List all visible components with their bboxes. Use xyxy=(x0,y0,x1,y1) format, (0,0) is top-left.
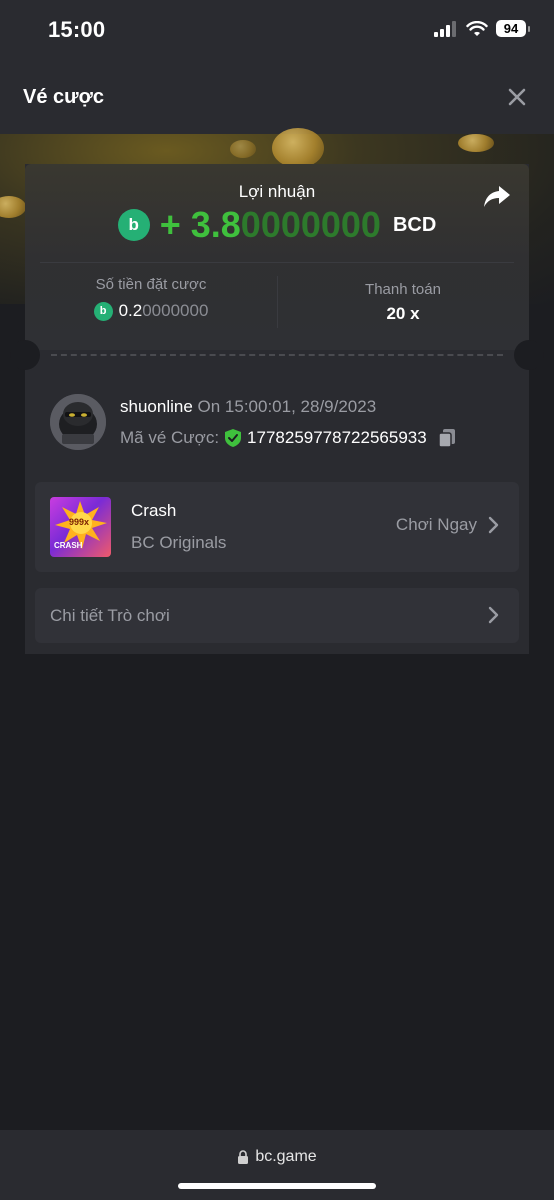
bet-amount-stat: Số tiền đặt cược b 0.20000000 xyxy=(25,276,277,321)
copy-icon[interactable] xyxy=(437,428,457,448)
profit-label: Lợi nhuận xyxy=(238,182,316,201)
ticket-label: Mã vé Cược: xyxy=(120,428,220,447)
profit-row: b + 3.80000000 BCD xyxy=(25,204,529,246)
coin-decoration xyxy=(0,196,26,218)
modal-header: Vé cược xyxy=(0,60,554,134)
profit-sign: + xyxy=(159,204,181,245)
bet-ticket-card: Lợi nhuận b + 3.80000000 BCD Số tiền đặt… xyxy=(10,164,544,654)
signal-icon xyxy=(434,20,456,37)
bet-amount-value: b 0.20000000 xyxy=(25,301,277,321)
page-title: Vé cược xyxy=(23,86,104,108)
coin-decoration xyxy=(230,140,256,158)
bet-amount-label: Số tiền đặt cược xyxy=(95,276,207,293)
game-card[interactable]: 999x CRASH Crash BC Originals Chơi Ngay xyxy=(35,482,519,572)
game-details-row[interactable]: Chi tiết Trò chơi xyxy=(35,588,519,643)
close-icon[interactable] xyxy=(504,84,530,110)
ticket-perforation xyxy=(51,354,503,356)
game-provider: BC Originals xyxy=(131,533,227,552)
ticket-id: 1778259778722565933 xyxy=(247,428,427,447)
status-bar: 15:00 94 xyxy=(0,0,554,60)
profit-amount-main: 3.8 xyxy=(190,204,241,245)
battery-level: 94 xyxy=(503,21,519,36)
play-now-button[interactable]: Chơi Ngay xyxy=(396,515,499,535)
share-icon[interactable] xyxy=(483,184,511,210)
verified-shield-icon xyxy=(225,429,242,447)
bettor-info: shuonline On 15:00:01, 28/9/2023 Mã vé C… xyxy=(50,394,510,454)
payout-value: 20 x xyxy=(386,304,420,323)
url-display[interactable]: bc.game xyxy=(0,1148,554,1166)
game-name: Crash xyxy=(131,501,177,520)
profit-section: Lợi nhuận b + 3.80000000 BCD Số tiền đặt… xyxy=(25,164,529,350)
chevron-right-icon xyxy=(488,606,499,624)
battery-icon: 94 xyxy=(496,20,530,37)
play-now-label: Chơi Ngay xyxy=(395,515,477,534)
url-text: bc.game xyxy=(255,1148,317,1165)
payout-stat: Thanh toán 20 x xyxy=(277,281,529,324)
avatar[interactable] xyxy=(50,394,106,450)
home-indicator[interactable] xyxy=(178,1183,376,1189)
browser-address-bar[interactable]: bc.game xyxy=(0,1130,554,1200)
wifi-icon xyxy=(466,20,488,36)
bcd-coin-icon: b xyxy=(93,301,113,321)
gorilla-avatar-icon xyxy=(50,394,106,450)
bet-amount-main: 0.2 xyxy=(118,301,143,320)
profit-amount: + 3.80000000 xyxy=(160,204,381,246)
game-thumb-title: CRASH xyxy=(54,541,83,550)
ticket-notch-left xyxy=(10,340,40,370)
game-thumbnail: 999x CRASH xyxy=(50,497,111,557)
lock-icon xyxy=(238,1150,249,1164)
profit-currency: BCD xyxy=(392,213,437,236)
coin-decoration xyxy=(272,128,324,168)
status-time: 15:00 xyxy=(48,17,106,42)
divider xyxy=(40,262,514,263)
coin-decoration xyxy=(458,134,494,152)
username[interactable]: shuonline xyxy=(120,397,193,416)
game-thumb-badge: 999x xyxy=(69,517,90,527)
game-details-label: Chi tiết Trò chơi xyxy=(50,606,170,625)
status-icons: 94 xyxy=(434,20,530,37)
bet-time: On 15:00:01, 28/9/2023 xyxy=(197,397,377,416)
profit-amount-trailing: 0000000 xyxy=(240,204,381,245)
bet-amount-trailing: 0000000 xyxy=(142,301,209,320)
bcd-coin-icon: b xyxy=(117,209,150,241)
bettor-line: shuonline On 15:00:01, 28/9/2023 xyxy=(120,397,376,417)
payout-label: Thanh toán xyxy=(365,281,441,298)
ticket-notch-right xyxy=(514,340,544,370)
chevron-right-icon xyxy=(488,516,499,534)
ticket-line: Mã vé Cược: 1778259778722565933 xyxy=(120,428,457,448)
